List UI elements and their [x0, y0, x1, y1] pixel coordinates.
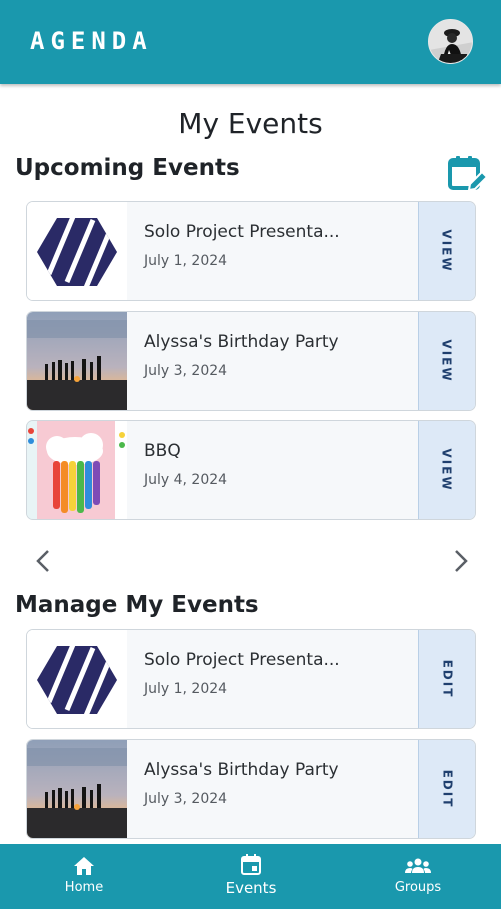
user-avatar[interactable] [428, 19, 473, 64]
page-title: My Events [178, 107, 323, 140]
nav-groups-label: Groups [394, 880, 442, 895]
edit-event-button[interactable]: EDIT [418, 630, 475, 728]
manage-event-card: Solo Project Presenta... July 1, 2024 ED… [26, 629, 476, 729]
nav-home-label: Home [64, 880, 104, 895]
view-event-button[interactable]: VIEW [418, 312, 475, 410]
bottom-navigation: Home Events Groups [0, 844, 501, 909]
manage-event-card: Alyssa's Birthday Party July 3, 2024 EDI… [26, 739, 476, 839]
upcoming-event-card: Alyssa's Birthday Party July 3, 2024 VIE… [26, 311, 476, 411]
manage-events-heading: Manage My Events [15, 592, 259, 618]
event-title: BBQ [144, 441, 181, 461]
chevron-right-icon[interactable] [448, 548, 472, 574]
app-brand[interactable]: AGENDA [30, 27, 153, 55]
event-date: July 3, 2024 [144, 363, 228, 379]
event-title: Alyssa's Birthday Party [144, 332, 339, 352]
event-title: Solo Project Presenta... [144, 650, 340, 670]
view-button-label: VIEW [440, 229, 454, 273]
event-title: Alyssa's Birthday Party [144, 760, 339, 780]
event-date: July 1, 2024 [144, 681, 228, 697]
nav-events-label: Events [225, 879, 277, 897]
event-date: July 3, 2024 [144, 791, 228, 807]
nav-events[interactable]: Events [216, 844, 286, 909]
view-event-button[interactable]: VIEW [418, 202, 475, 300]
groups-icon [405, 858, 431, 873]
event-thumbnail [27, 740, 127, 838]
edit-event-button[interactable]: EDIT [418, 740, 475, 838]
home-icon [74, 857, 94, 875]
calendar-edit-icon[interactable] [447, 154, 489, 194]
event-title: Solo Project Presenta... [144, 222, 340, 242]
nav-groups[interactable]: Groups [384, 844, 452, 909]
view-event-button[interactable]: VIEW [418, 421, 475, 519]
upcoming-event-card: Solo Project Presenta... July 1, 2024 VI… [26, 201, 476, 301]
upcoming-events-heading: Upcoming Events [15, 155, 240, 181]
event-thumbnail [27, 312, 127, 410]
event-thumbnail [27, 202, 127, 300]
edit-button-label: EDIT [440, 769, 454, 809]
chevron-left-icon[interactable] [32, 548, 56, 574]
upcoming-event-card: BBQ July 4, 2024 VIEW [26, 420, 476, 520]
event-thumbnail [27, 630, 127, 728]
nav-home[interactable]: Home [54, 844, 114, 909]
event-thumbnail [27, 421, 127, 519]
view-button-label: VIEW [440, 339, 454, 383]
app-header: AGENDA [0, 0, 501, 84]
edit-button-label: EDIT [440, 659, 454, 699]
calendar-icon [241, 854, 261, 875]
event-date: July 4, 2024 [144, 472, 228, 488]
view-button-label: VIEW [440, 448, 454, 492]
event-date: July 1, 2024 [144, 253, 228, 269]
